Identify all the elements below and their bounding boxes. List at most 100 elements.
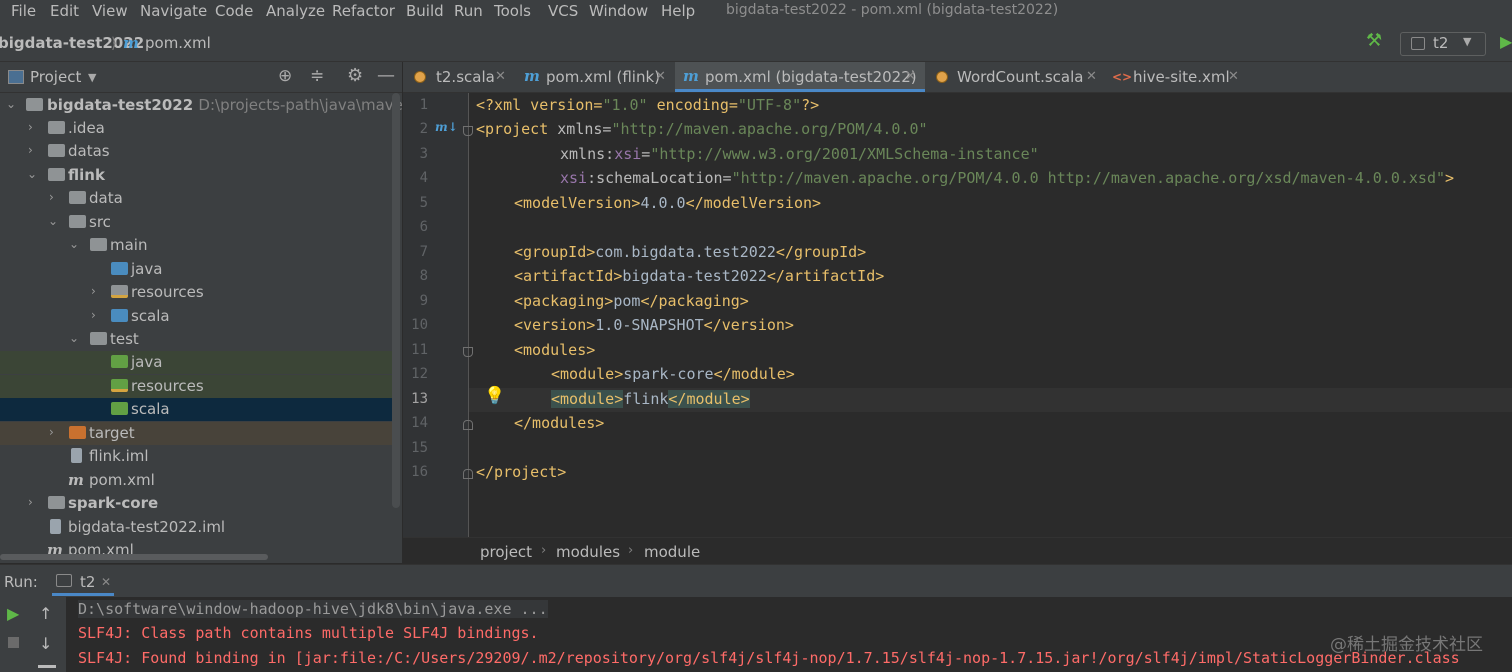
tree-item-main-java[interactable]: java [0,258,392,281]
wrap-icon[interactable] [38,665,56,668]
chevron-right-icon[interactable]: › [91,308,96,322]
stop-icon[interactable] [8,637,19,648]
breadcrumb-project[interactable]: project [480,543,532,561]
menu-bar: File Edit View Navigate Code Analyze Ref… [0,0,1512,24]
tree-item-data[interactable]: › data [0,187,392,210]
tree-item-src[interactable]: ⌄ src [0,211,392,234]
fold-icon[interactable] [463,347,473,357]
tree-item-spark-core[interactable]: › spark-core [0,492,392,515]
tab-t2-scala[interactable]: t2.scala ✕ [403,62,516,92]
close-icon[interactable]: ✕ [1228,69,1239,84]
tree-item-flink-iml[interactable]: flink.iml [0,445,392,468]
breadcrumb-modules[interactable]: modules [556,543,620,561]
tree-item-root[interactable]: ⌄ bigdata-test2022 D:\projects-path\java… [0,94,402,117]
tree-item-main[interactable]: ⌄ main [0,234,392,257]
project-panel-title[interactable]: Project [30,68,81,86]
arrow-up-icon[interactable]: ↑ [39,604,52,623]
tree-item-test-scala[interactable]: scala [0,398,392,421]
menu-edit[interactable]: Edit [50,2,79,20]
menu-file[interactable]: File [11,2,36,20]
chevron-down-icon[interactable]: ⌄ [69,237,79,251]
breadcrumb-module[interactable]: module [644,543,700,561]
fold-icon[interactable] [463,126,473,136]
tree-item-root-iml[interactable]: bigdata-test2022.iml [0,516,392,539]
tree-item-flink[interactable]: ⌄ flink [0,164,392,187]
menu-refactor[interactable]: Refactor [332,2,395,20]
chevron-down-icon[interactable]: ⌄ [27,167,37,181]
gear-icon[interactable]: ⚙ [347,65,363,86]
menu-view[interactable]: View [92,2,128,20]
tree-item-label: scala [131,400,170,418]
lightbulb-icon[interactable]: 💡 [484,386,505,406]
tab-hive-site[interactable]: <> hive-site.xml ✕ [1107,62,1257,92]
menu-run[interactable]: Run [454,2,483,20]
chevron-right-icon[interactable]: › [28,495,33,509]
menu-analyze[interactable]: Analyze [266,2,325,20]
chevron-right-icon[interactable]: › [28,120,33,134]
close-icon[interactable]: ✕ [905,69,916,84]
chevron-down-icon[interactable]: ⌄ [48,214,58,228]
tree-item-main-scala[interactable]: › scala [0,305,392,328]
tree-item-flink-pom[interactable]: m pom.xml [0,469,392,492]
chevron-right-icon[interactable]: › [49,425,54,439]
collapse-all-icon[interactable]: ≑ [310,66,324,86]
module-folder-icon [26,98,43,111]
tree-item-label: pom.xml [89,471,155,489]
build-hammer-icon[interactable]: ⚒ [1366,30,1382,51]
tab-pom-root[interactable]: m pom.xml (bigdata-test2022) ✕ [675,62,925,92]
menu-code[interactable]: Code [215,2,253,20]
tab-pom-flink[interactable]: m pom.xml (flink) ✕ [516,62,674,92]
chevron-right-icon: › [541,543,547,558]
tree-item-test-resources[interactable]: resources [0,375,392,398]
fold-icon[interactable] [463,469,473,479]
maven-gutter-icon[interactable]: m↓ [435,120,458,134]
tree-item-main-resources[interactable]: › resources [0,281,392,304]
run-play-icon[interactable]: ▶ [1500,32,1512,51]
tree-item-test-java[interactable]: java [0,351,392,374]
tree-horizontal-scrollbar[interactable] [0,554,268,560]
chevron-down-icon[interactable]: ⌄ [6,97,16,111]
menu-build[interactable]: Build [406,2,444,20]
run-config-selector[interactable]: t2 ▼ [1400,32,1486,56]
tree-item-datas[interactable]: › datas [0,140,392,163]
tree-item-label: src [89,213,111,231]
rerun-icon[interactable]: ▶ [7,604,19,623]
line-number: 10 [411,317,428,333]
chevron-right-icon[interactable]: › [91,284,96,298]
tab-wordcount-scala[interactable]: WordCount.scala ✕ [925,62,1107,92]
chevron-down-icon[interactable]: ⌄ [69,331,79,345]
menu-tools[interactable]: Tools [494,2,531,20]
line-number: 6 [419,219,428,235]
line-number: 15 [411,440,428,456]
menu-window[interactable]: Window [589,2,648,20]
console-line: D:\software\window-hadoop-hive\jdk8\bin\… [78,600,548,618]
fold-icon[interactable] [463,420,473,430]
menu-help[interactable]: Help [661,2,695,20]
locate-icon[interactable]: ⊕ [278,66,292,86]
line-number: 4 [419,170,428,186]
hide-panel-icon[interactable]: — [377,65,395,86]
scala-object-icon [414,71,426,83]
tree-item-idea[interactable]: › .idea [0,117,392,140]
chevron-right-icon[interactable]: › [28,143,33,157]
menu-navigate[interactable]: Navigate [140,2,207,20]
tree-vertical-scrollbar[interactable] [392,93,400,508]
chevron-down-icon[interactable]: ▼ [88,71,96,84]
tree-item-target[interactable]: › target [0,422,392,445]
nav-file[interactable]: pom.xml [145,34,211,52]
tree-item-label: target [89,424,135,442]
code-line-2: <project xmlns="http://maven.apache.org/… [476,120,928,138]
line-number: 8 [419,268,428,284]
close-icon[interactable]: ✕ [655,69,666,84]
maven-icon: m [68,471,84,489]
tree-item-test[interactable]: ⌄ test [0,328,392,351]
close-icon[interactable]: ✕ [495,69,506,84]
arrow-down-icon[interactable]: ↓ [39,634,52,653]
close-icon[interactable]: ✕ [1086,69,1097,84]
close-icon[interactable]: ✕ [101,575,111,589]
tree-item-label: flink.iml [89,447,149,465]
code-line-4: xsi:schemaLocation="http://maven.apache.… [560,169,1455,187]
menu-vcs[interactable]: VCS [548,2,578,20]
run-tab-label[interactable]: t2 [80,573,95,591]
chevron-right-icon[interactable]: › [49,190,54,204]
